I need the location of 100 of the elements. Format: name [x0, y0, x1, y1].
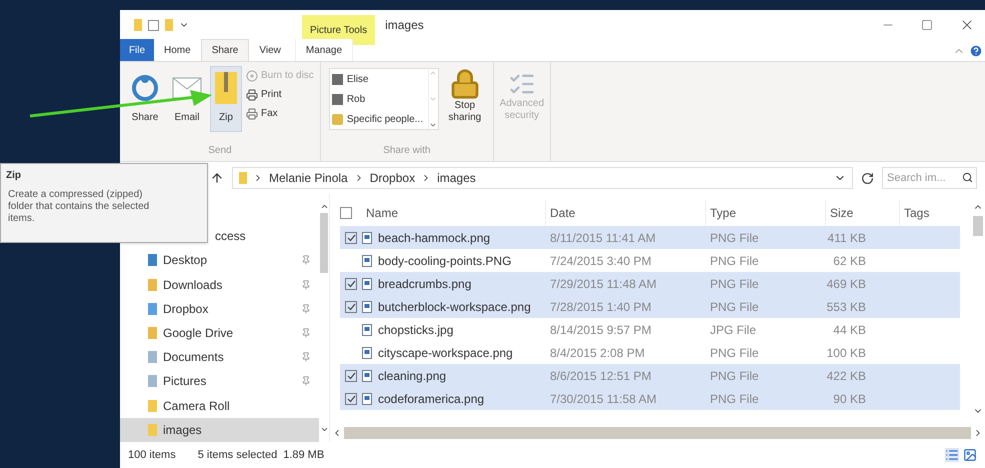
share-list-item[interactable]: Specific people... [330, 109, 428, 129]
date-cell-text: 7/28/2015 1:40 PM [549, 298, 652, 316]
file-name: cleaning.png [378, 368, 446, 384]
row-checkbox[interactable] [345, 278, 357, 290]
large-icons-view-icon[interactable] [963, 448, 977, 462]
file-row[interactable]: breadcrumbs.png 7/29/2015 11:48 AM PNG File 469 KB [340, 272, 960, 295]
type-cell-text: PNG File [709, 390, 760, 408]
size-cell-text: 422 KB [826, 368, 867, 384]
file-icon [362, 278, 372, 290]
file-row[interactable]: codeforamerica.png 7/30/2015 11:58 AM PNG File 90 KB [340, 387, 960, 410]
address-bar[interactable]: Melanie Pinola Dropbox images [232, 167, 853, 189]
file-icon [362, 324, 372, 336]
group-label: Share with [382, 144, 432, 158]
nav-item[interactable]: Documents [120, 345, 319, 370]
folder-icon [239, 172, 247, 184]
maximize-icon[interactable] [921, 19, 933, 31]
type-cell-text: PNG File [709, 344, 760, 362]
people-icon [332, 114, 343, 124]
ribbon-small-button[interactable]: Fax [246, 106, 314, 121]
date-cell-text: 8/6/2015 12:51 PM [549, 368, 652, 384]
select-all-checkbox[interactable] [340, 207, 352, 219]
file-row[interactable]: cleaning.png 8/6/2015 12:51 PM PNG File 422 KB [340, 364, 960, 387]
column-header[interactable]: Tags [900, 200, 960, 226]
row-checkbox[interactable] [345, 392, 357, 404]
ribbon-button[interactable]: Share [126, 66, 164, 132]
date-cell-text: 8/11/2015 11:41 AM [549, 230, 657, 246]
folder-icon [148, 375, 157, 388]
scroll-up-icon[interactable] [320, 202, 328, 211]
nav-item[interactable]: images [120, 418, 319, 442]
file-name: cityscape-workspace.png [378, 344, 513, 362]
fax-icon [246, 108, 258, 120]
folder-icon [165, 19, 173, 31]
row-checkbox[interactable] [345, 370, 357, 382]
nav-item[interactable]: Downloads [120, 272, 319, 297]
date-cell-text: 7/29/2015 11:48 AM [549, 276, 658, 292]
breadcrumb[interactable]: images [437, 169, 476, 187]
scrollbar-thumb[interactable] [973, 216, 983, 236]
file-row[interactable]: butcherblock-workspace.png 7/28/2015 1:40 PM PNG File 553 KB [340, 295, 960, 318]
share-list-item[interactable]: Elise [330, 69, 428, 89]
checkmark-icon [346, 394, 356, 402]
nav-item[interactable]: Camera Roll [120, 394, 319, 418]
checkmark-icon [346, 372, 356, 380]
horizontal-scrollbar[interactable] [344, 427, 971, 439]
ribbon-tab[interactable]: Home [154, 39, 201, 61]
share-list-item[interactable]: Rob [330, 89, 428, 109]
row-checkbox[interactable] [345, 300, 357, 312]
padlock-icon [448, 68, 481, 100]
folder-icon [148, 302, 157, 315]
refresh-icon[interactable] [861, 172, 874, 184]
file-name: breadcrumbs.png [378, 276, 472, 292]
scroll-down-icon[interactable] [320, 425, 328, 434]
row-checkbox[interactable] [345, 232, 357, 244]
search-icon[interactable] [962, 172, 973, 183]
checkmark-icon [346, 234, 356, 242]
file-row[interactable]: cityscape-workspace.png 8/4/2015 2:08 PM PNG File 100 KB [340, 341, 960, 364]
expand-icon[interactable] [429, 121, 438, 129]
file-row[interactable]: chopsticks.jpg 8/14/2015 9:57 PM JPG File 44 KB [340, 318, 960, 341]
checkmark-icon [346, 280, 356, 288]
selection-count: 5 items selected [198, 448, 278, 463]
checkbox-icon[interactable] [148, 20, 159, 30]
scrollbar-thumb[interactable] [320, 213, 328, 273]
folder-icon [148, 400, 157, 412]
details-view-icon[interactable] [945, 448, 959, 462]
share-icon [130, 73, 160, 103]
size-cell-text: 411 KB [826, 230, 867, 246]
ribbon-tab[interactable]: View [249, 39, 291, 61]
nav-item[interactable]: Google Drive [120, 320, 319, 346]
group-label: Send [207, 144, 233, 158]
type-cell-text: PNG File [709, 276, 760, 292]
nav-item[interactable]: Pictures [120, 369, 319, 394]
file-row[interactable]: body-cooling-points.PNG 7/24/2015 3:40 PM PNG File 62 KB [340, 249, 960, 272]
ribbon-tab[interactable]: File [120, 39, 154, 61]
breadcrumb[interactable]: Melanie Pinola [269, 169, 348, 187]
folder-icon [148, 326, 157, 339]
stop-sharing-button[interactable]: Stop sharing [444, 68, 485, 124]
nav-item[interactable]: Desktop [120, 248, 319, 272]
ribbon-button[interactable]: Zip [210, 66, 242, 132]
search-field[interactable]: Search im... [882, 167, 977, 189]
file-name: beach-hammock.png [378, 230, 490, 246]
checkmark-icon [346, 302, 356, 310]
nav-item[interactable]: ccess [120, 224, 319, 248]
file-icon [362, 300, 372, 312]
file-icon [362, 254, 372, 266]
file-row[interactable]: beach-hammock.png 8/11/2015 11:41 AM PNG File 411 KB [340, 226, 960, 249]
ribbon-tab[interactable]: Manage [294, 39, 354, 61]
folder-icon [148, 351, 157, 364]
nav-item[interactable]: Dropbox [120, 296, 319, 321]
item-count: 100 items [128, 448, 176, 463]
folder-icon [134, 19, 142, 31]
disc-icon [246, 70, 258, 82]
person-icon [332, 74, 343, 84]
breadcrumb[interactable]: Dropbox [370, 169, 416, 187]
ribbon-tab[interactable]: Share [200, 39, 250, 61]
folder-icon [148, 278, 157, 291]
ribbon-small-button[interactable]: Print [246, 87, 314, 102]
type-cell-text: PNG File [709, 230, 760, 246]
up-icon[interactable] [210, 171, 224, 185]
size-cell-text: 62 KB [832, 252, 867, 270]
file-icon [362, 392, 372, 404]
help-icon[interactable] [969, 44, 983, 58]
